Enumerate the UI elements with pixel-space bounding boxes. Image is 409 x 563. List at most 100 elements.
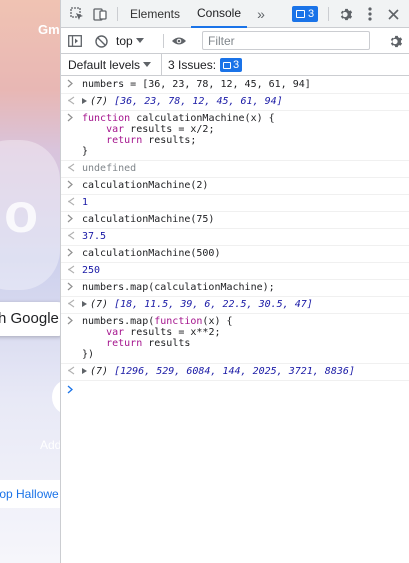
result-arrow-icon (67, 231, 77, 242)
input-chevron-icon (67, 248, 77, 259)
device-toolbar-icon[interactable] (90, 0, 110, 28)
tab-console[interactable]: Console (191, 0, 247, 28)
clear-console-icon[interactable] (91, 27, 111, 55)
input-code[interactable]: numbers.map(calculationMachine); (82, 282, 409, 293)
input-code[interactable]: calculationMachine(500) (82, 248, 409, 259)
array-result[interactable]: (7) [18, 11.5, 39, 6, 22.5, 30.5, 47] (82, 299, 409, 310)
result-arrow-icon (67, 366, 77, 377)
more-options-icon[interactable] (361, 0, 379, 28)
expand-triangle-icon[interactable] (82, 301, 87, 307)
input-code[interactable]: numbers = [36, 23, 78, 12, 45, 61, 94] (82, 79, 409, 90)
page-header-text[interactable]: Gm (38, 22, 60, 37)
divider (163, 34, 164, 48)
prompt-chevron-icon (67, 384, 73, 397)
input-code[interactable]: function calculationMachine(x) { var res… (82, 113, 409, 157)
console-input-entry: calculationMachine(75) (61, 212, 409, 229)
input-code[interactable]: calculationMachine(2) (82, 180, 409, 191)
close-icon[interactable] (383, 0, 403, 28)
show-sidebar-icon[interactable] (65, 27, 85, 55)
code-text: results = x/2; (124, 124, 215, 135)
keyword: var (106, 124, 125, 135)
chevron-down-icon (135, 38, 144, 43)
issues-mini-count: 3 (233, 59, 240, 71)
log-levels-dropdown[interactable]: Default levels (68, 54, 152, 76)
console-input-entry: numbers.map(function(x) { var results = … (61, 314, 409, 364)
divider (117, 7, 118, 21)
number-result: 1 (82, 197, 89, 208)
devtools-tabbar: Elements Console » 3 (61, 0, 409, 28)
array-result[interactable]: (7) [1296, 529, 6084, 144, 2025, 3721, 8… (82, 366, 409, 377)
devtools-panel: Elements Console » 3 top Filter Default … (60, 0, 409, 563)
result-arrow-icon (67, 265, 77, 276)
chevron-down-icon (143, 62, 152, 67)
keyword: var (106, 327, 125, 338)
add-shortcut-label[interactable]: Add (40, 438, 60, 452)
input-chevron-icon (67, 316, 77, 327)
shortcut-tile[interactable] (52, 380, 60, 414)
context-selector[interactable]: top (116, 28, 144, 54)
code-text: results (142, 338, 191, 349)
code-text: numbers.map( (82, 316, 155, 327)
array-values: [1296, 529, 6084, 144, 2025, 3721, 8836] (114, 366, 355, 377)
result-arrow-icon (67, 197, 77, 208)
number-result: 37.5 (82, 231, 107, 242)
code-text: results; (142, 135, 197, 146)
issues-link[interactable]: 3 Issues: 3 (161, 54, 243, 76)
console-prompt[interactable] (61, 381, 409, 399)
more-tabs-button[interactable]: » (253, 0, 269, 28)
console-input-entry: function calculationMachine(x) { var res… (61, 111, 409, 161)
code-text: } (82, 146, 89, 157)
search-box[interactable]: h Google (0, 302, 60, 336)
console-settings-gear-icon[interactable] (386, 27, 406, 55)
issues-badge: 3 (291, 6, 319, 22)
context-label: top (116, 34, 133, 48)
issues-label: 3 Issues: (168, 58, 217, 72)
input-chevron-icon (67, 113, 77, 124)
input-chevron-icon (67, 180, 77, 191)
undefined-result: undefined (82, 163, 137, 174)
message-icon (223, 61, 232, 69)
code-text: }) (82, 349, 95, 360)
console-result-entry: 250 (61, 263, 409, 280)
expand-triangle-icon[interactable] (82, 368, 87, 374)
array-length: (7) (90, 96, 109, 107)
filter-input[interactable] (202, 31, 370, 50)
console-result-entry: (7) [1296, 529, 6084, 144, 2025, 3721, 8… (61, 364, 409, 381)
console-result-entry: 1 (61, 195, 409, 212)
message-icon (295, 10, 305, 18)
console-result-entry: (7) [18, 11.5, 39, 6, 22.5, 30.5, 47] (61, 297, 409, 314)
tab-elements[interactable]: Elements (125, 0, 185, 28)
input-code[interactable]: calculationMachine(75) (82, 214, 409, 225)
keyword: return (106, 338, 143, 349)
code-text: (x) { (202, 316, 233, 327)
live-expression-eye-icon[interactable] (169, 27, 189, 55)
code-text: results = x**2; (124, 327, 221, 338)
keyword: function (154, 316, 203, 327)
divider (328, 7, 329, 21)
console-input-entry: calculationMachine(2) (61, 178, 409, 195)
input-chevron-icon (67, 79, 77, 90)
console-input-entry: numbers = [36, 23, 78, 12, 45, 61, 94] (61, 77, 409, 94)
array-result[interactable]: (7) [36, 23, 78, 12, 45, 61, 94] (82, 96, 409, 107)
console-output: numbers = [36, 23, 78, 12, 45, 61, 94] (… (61, 77, 409, 399)
promo-button[interactable]: top Hallowe (0, 480, 60, 508)
settings-gear-icon[interactable] (336, 0, 356, 28)
array-values: [36, 23, 78, 12, 45, 61, 94] (114, 96, 283, 107)
console-result-entry: (7) [36, 23, 78, 12, 45, 61, 94] (61, 94, 409, 111)
number-result: 250 (82, 265, 101, 276)
result-arrow-icon (67, 163, 77, 174)
input-chevron-icon (67, 214, 77, 225)
background-page: Gm o h Google Add top Hallowe (0, 0, 60, 563)
array-length: (7) (90, 366, 109, 377)
inspect-element-icon[interactable] (67, 0, 87, 28)
console-result-entry: 37.5 (61, 229, 409, 246)
input-code[interactable]: numbers.map(function(x) { var results = … (82, 316, 409, 360)
expand-triangle-icon[interactable] (82, 98, 87, 104)
issues-button[interactable]: 3 (289, 0, 321, 28)
code-text: calculationMachine(x) { (130, 113, 275, 124)
log-levels-label: Default levels (68, 58, 141, 72)
result-arrow-icon (67, 96, 77, 107)
input-chevron-icon (67, 282, 77, 293)
array-values: [18, 11.5, 39, 6, 22.5, 30.5, 47] (114, 299, 313, 310)
console-input-entry: numbers.map(calculationMachine); (61, 280, 409, 297)
